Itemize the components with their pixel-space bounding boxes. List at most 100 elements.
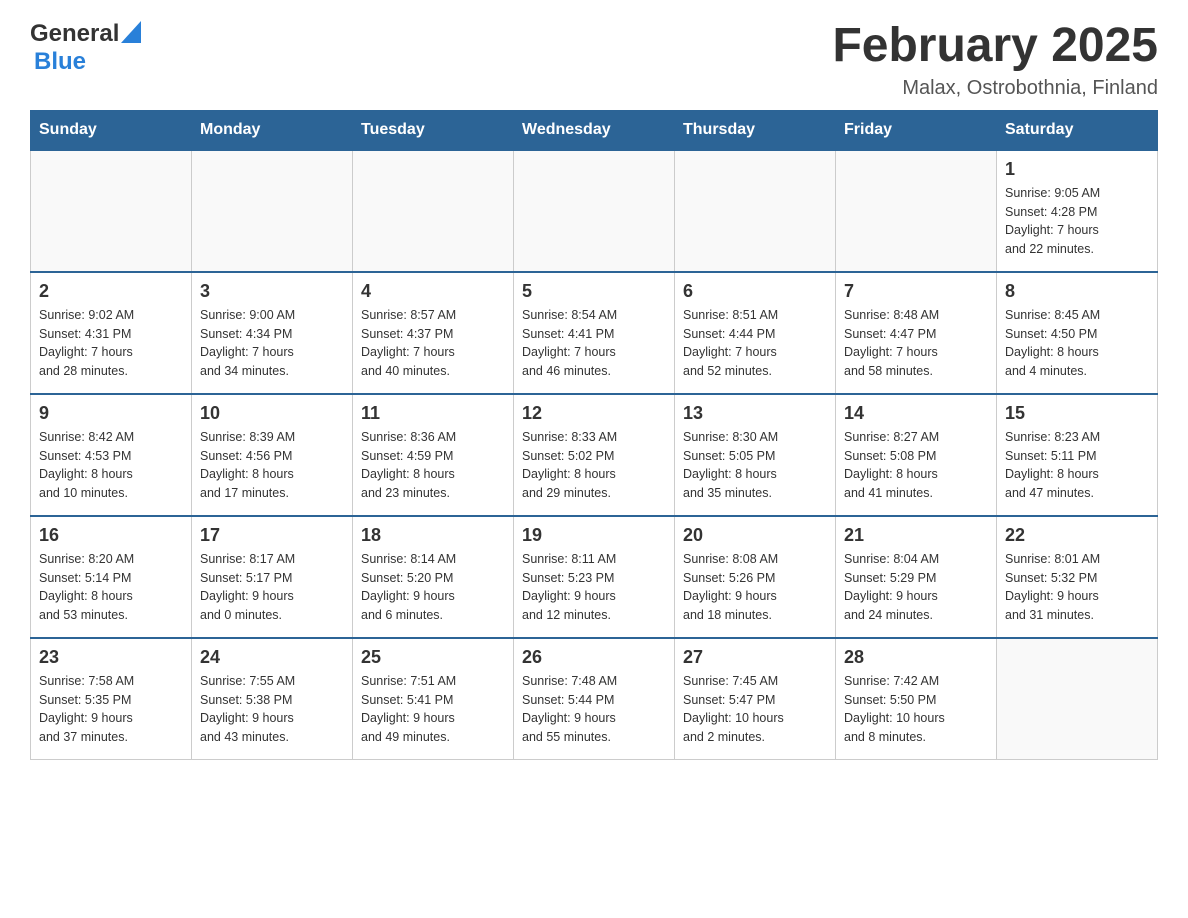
day-info: Sunrise: 8:08 AM Sunset: 5:26 PM Dayligh… (683, 550, 827, 625)
day-info: Sunrise: 8:33 AM Sunset: 5:02 PM Dayligh… (522, 428, 666, 503)
table-row: 6 Sunrise: 8:51 AM Sunset: 4:44 PM Daylig… (675, 272, 836, 394)
table-row: 8Sunrise: 8:45 AM Sunset: 4:50 PM Daylig… (997, 272, 1158, 394)
table-row: 13 Sunrise: 8:30 AM Sunset: 5:05 PM Dayli… (675, 394, 836, 516)
day-info: Sunrise: 8:30 AM Sunset: 5:05 PM Dayligh… (683, 428, 827, 503)
table-row: 17Sunrise: 8:17 AM Sunset: 5:17 PM Dayli… (192, 516, 353, 638)
header-sunday: Sunday (31, 110, 192, 150)
day-info: Sunrise: 9:00 AM Sunset: 4:34 PM Dayligh… (200, 306, 344, 381)
table-row: 19 Sunrise: 8:11 AM Sunset: 5:23 PM Dayli… (514, 516, 675, 638)
day-number: 6 (683, 281, 827, 302)
table-row: 12 Sunrise: 8:33 AM Sunset: 5:02 PM Dayli… (514, 394, 675, 516)
day-number: 12 (522, 403, 666, 424)
table-row: 23Sunrise: 7:58 AM Sunset: 5:35 PM Dayli… (31, 638, 192, 760)
day-number: 13 (683, 403, 827, 424)
calendar-week-row: 9Sunrise: 8:42 AM Sunset: 4:53 PM Daylig… (31, 394, 1158, 516)
table-row (514, 150, 675, 272)
day-info: Sunrise: 9:02 AM Sunset: 4:31 PM Dayligh… (39, 306, 183, 381)
day-number: 15 (1005, 403, 1149, 424)
day-info: Sunrise: 8:11 AM Sunset: 5:23 PM Dayligh… (522, 550, 666, 625)
day-number: 7 (844, 281, 988, 302)
logo-blue-text: Blue (34, 48, 86, 75)
table-row: 22Sunrise: 8:01 AM Sunset: 5:32 PM Dayli… (997, 516, 1158, 638)
day-number: 16 (39, 525, 183, 546)
day-info: Sunrise: 8:04 AM Sunset: 5:29 PM Dayligh… (844, 550, 988, 625)
table-row: 11 Sunrise: 8:36 AM Sunset: 4:59 PM Dayli… (353, 394, 514, 516)
day-number: 10 (200, 403, 344, 424)
table-row: 25 Sunrise: 7:51 AM Sunset: 5:41 PM Dayli… (353, 638, 514, 760)
table-row: 14 Sunrise: 8:27 AM Sunset: 5:08 PM Dayli… (836, 394, 997, 516)
day-number: 19 (522, 525, 666, 546)
day-info: Sunrise: 8:27 AM Sunset: 5:08 PM Dayligh… (844, 428, 988, 503)
day-number: 11 (361, 403, 505, 424)
title-block: February 2025 Malax, Ostrobothnia, Finla… (832, 20, 1158, 100)
table-row: 10 Sunrise: 8:39 AM Sunset: 4:56 PM Dayli… (192, 394, 353, 516)
header-tuesday: Tuesday (353, 110, 514, 150)
day-number: 3 (200, 281, 344, 302)
table-row: 4Sunrise: 8:57 AM Sunset: 4:37 PM Daylig… (353, 272, 514, 394)
table-row (675, 150, 836, 272)
day-info: Sunrise: 8:23 AM Sunset: 5:11 PM Dayligh… (1005, 428, 1149, 503)
table-row: 1Sunrise: 9:05 AM Sunset: 4:28 PM Daylig… (997, 150, 1158, 272)
day-number: 18 (361, 525, 505, 546)
table-row: 7 Sunrise: 8:48 AM Sunset: 4:47 PM Daylig… (836, 272, 997, 394)
day-number: 9 (39, 403, 183, 424)
calendar-week-row: 1Sunrise: 9:05 AM Sunset: 4:28 PM Daylig… (31, 150, 1158, 272)
day-number: 26 (522, 647, 666, 668)
day-info: Sunrise: 8:20 AM Sunset: 5:14 PM Dayligh… (39, 550, 183, 625)
header-monday: Monday (192, 110, 353, 150)
day-number: 2 (39, 281, 183, 302)
table-row (353, 150, 514, 272)
day-info: Sunrise: 8:01 AM Sunset: 5:32 PM Dayligh… (1005, 550, 1149, 625)
day-number: 28 (844, 647, 988, 668)
table-row: 9Sunrise: 8:42 AM Sunset: 4:53 PM Daylig… (31, 394, 192, 516)
day-info: Sunrise: 8:39 AM Sunset: 4:56 PM Dayligh… (200, 428, 344, 503)
header-thursday: Thursday (675, 110, 836, 150)
header-wednesday: Wednesday (514, 110, 675, 150)
day-number: 24 (200, 647, 344, 668)
day-number: 25 (361, 647, 505, 668)
day-number: 4 (361, 281, 505, 302)
calendar-week-row: 16 Sunrise: 8:20 AM Sunset: 5:14 PM Dayli… (31, 516, 1158, 638)
table-row: 24 Sunrise: 7:55 AM Sunset: 5:38 PM Dayli… (192, 638, 353, 760)
day-number: 5 (522, 281, 666, 302)
table-row: 5Sunrise: 8:54 AM Sunset: 4:41 PM Daylig… (514, 272, 675, 394)
location-title: Malax, Ostrobothnia, Finland (832, 77, 1158, 100)
day-info: Sunrise: 7:45 AM Sunset: 5:47 PM Dayligh… (683, 672, 827, 747)
table-row: 3 Sunrise: 9:00 AM Sunset: 4:34 PM Daylig… (192, 272, 353, 394)
page-header: General Blue February 2025 Malax, Ostrob… (30, 20, 1158, 100)
day-number: 14 (844, 403, 988, 424)
weekday-header-row: Sunday Monday Tuesday Wednesday Thursday… (31, 110, 1158, 150)
day-number: 20 (683, 525, 827, 546)
day-info: Sunrise: 7:51 AM Sunset: 5:41 PM Dayligh… (361, 672, 505, 747)
table-row: 18 Sunrise: 8:14 AM Sunset: 5:20 PM Dayli… (353, 516, 514, 638)
day-number: 21 (844, 525, 988, 546)
table-row: 21 Sunrise: 8:04 AM Sunset: 5:29 PM Dayli… (836, 516, 997, 638)
calendar-week-row: 2 Sunrise: 9:02 AM Sunset: 4:31 PM Daylig… (31, 272, 1158, 394)
day-info: Sunrise: 8:17 AM Sunset: 5:17 PM Dayligh… (200, 550, 344, 625)
table-row (192, 150, 353, 272)
table-row: 26 Sunrise: 7:48 AM Sunset: 5:44 PM Dayli… (514, 638, 675, 760)
header-friday: Friday (836, 110, 997, 150)
day-info: Sunrise: 8:51 AM Sunset: 4:44 PM Dayligh… (683, 306, 827, 381)
day-number: 8 (1005, 281, 1149, 302)
logo-triangle-icon (121, 21, 141, 43)
table-row: 16 Sunrise: 8:20 AM Sunset: 5:14 PM Dayli… (31, 516, 192, 638)
table-row: 15 Sunrise: 8:23 AM Sunset: 5:11 PM Dayli… (997, 394, 1158, 516)
day-info: Sunrise: 7:48 AM Sunset: 5:44 PM Dayligh… (522, 672, 666, 747)
day-info: Sunrise: 8:14 AM Sunset: 5:20 PM Dayligh… (361, 550, 505, 625)
day-info: Sunrise: 9:05 AM Sunset: 4:28 PM Dayligh… (1005, 184, 1149, 259)
day-info: Sunrise: 7:42 AM Sunset: 5:50 PM Dayligh… (844, 672, 988, 747)
day-info: Sunrise: 7:58 AM Sunset: 5:35 PM Dayligh… (39, 672, 183, 747)
day-info: Sunrise: 8:48 AM Sunset: 4:47 PM Dayligh… (844, 306, 988, 381)
table-row: 27 Sunrise: 7:45 AM Sunset: 5:47 PM Dayli… (675, 638, 836, 760)
logo: General Blue (30, 20, 141, 76)
table-row (836, 150, 997, 272)
table-row: 20 Sunrise: 8:08 AM Sunset: 5:26 PM Dayli… (675, 516, 836, 638)
calendar-table: Sunday Monday Tuesday Wednesday Thursday… (30, 110, 1158, 760)
calendar-week-row: 23Sunrise: 7:58 AM Sunset: 5:35 PM Dayli… (31, 638, 1158, 760)
day-info: Sunrise: 7:55 AM Sunset: 5:38 PM Dayligh… (200, 672, 344, 747)
day-info: Sunrise: 8:36 AM Sunset: 4:59 PM Dayligh… (361, 428, 505, 503)
table-row: 2 Sunrise: 9:02 AM Sunset: 4:31 PM Daylig… (31, 272, 192, 394)
header-saturday: Saturday (997, 110, 1158, 150)
day-number: 27 (683, 647, 827, 668)
